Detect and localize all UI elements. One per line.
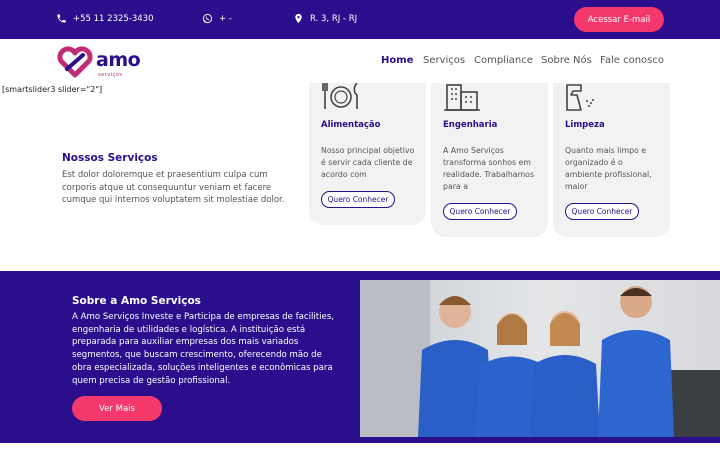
- card-text: Quanto mais limpo e organizado é o ambie…: [565, 146, 652, 191]
- card-text: A Amo Serviços transforma sonhos em real…: [443, 146, 535, 191]
- card-button[interactable]: Quero Conhecer: [565, 203, 639, 220]
- about-section: Sobre a Amo Serviços A Amo Serviços Inve…: [0, 271, 720, 443]
- card-text: Nosso principal objetivo é servir cada c…: [321, 146, 415, 179]
- service-card-alimentacao: Alimentação Nosso principal objetivo é s…: [309, 83, 426, 225]
- card-title: Alimentação: [321, 120, 381, 130]
- phone-icon: [57, 14, 66, 23]
- service-card-engenharia: Engenharia A Amo Serviços transforma son…: [431, 83, 548, 237]
- food-plate-icon: [322, 83, 358, 109]
- card-button[interactable]: Quero Conhecer: [321, 191, 395, 208]
- card-button[interactable]: Quero Conhecer: [443, 203, 517, 220]
- building-icon: [444, 84, 480, 111]
- access-email-button[interactable]: Acessar E-mail: [574, 7, 664, 32]
- brand-tagline: serviços: [98, 72, 123, 78]
- location-pin-icon: [295, 13, 302, 24]
- whatsapp-number: + -: [219, 13, 232, 24]
- address-text: R. 3, RJ - RJ: [310, 13, 358, 24]
- slider-shortcode-text: [smartslider3 slider="2"]: [2, 85, 103, 94]
- spray-bottle-icon: [566, 84, 594, 111]
- nav-compliance[interactable]: Compliance: [474, 55, 533, 66]
- brand-name: amo: [96, 49, 141, 71]
- see-more-button[interactable]: Ver Mais: [72, 396, 162, 421]
- card-title: Engenharia: [443, 120, 498, 130]
- top-bar: +55 11 2325-3430 + - R. 3, RJ - RJ Acess…: [0, 0, 720, 39]
- phone-contact[interactable]: +55 11 2325-3430: [56, 13, 154, 24]
- services-description: Est dolor doloremque et praesentium culp…: [62, 170, 285, 205]
- whatsapp-contact[interactable]: + -: [202, 13, 232, 24]
- nav-fale-conosco[interactable]: Fale conosco: [600, 55, 664, 66]
- about-text: A Amo Serviços Investe e Participa de em…: [72, 312, 335, 386]
- address-contact[interactable]: R. 3, RJ - RJ: [293, 13, 357, 24]
- site-header: amo serviços Home Serviços Compliance So…: [0, 39, 720, 83]
- about-title: Sobre a Amo Serviços: [72, 295, 201, 307]
- nav-sobre-nos[interactable]: Sobre Nós: [541, 55, 592, 66]
- card-title: Limpeza: [565, 120, 605, 130]
- nav-home[interactable]: Home: [381, 55, 413, 66]
- service-card-limpeza: Limpeza Quanto mais limpo e organizado é…: [553, 83, 670, 237]
- phone-number: +55 11 2325-3430: [73, 13, 154, 24]
- nav-servicos[interactable]: Serviços: [423, 55, 465, 66]
- whatsapp-icon: [202, 13, 213, 24]
- heart-logo-icon: [57, 46, 93, 78]
- services-title: Nossos Serviços: [62, 152, 158, 164]
- team-photo: [360, 280, 720, 437]
